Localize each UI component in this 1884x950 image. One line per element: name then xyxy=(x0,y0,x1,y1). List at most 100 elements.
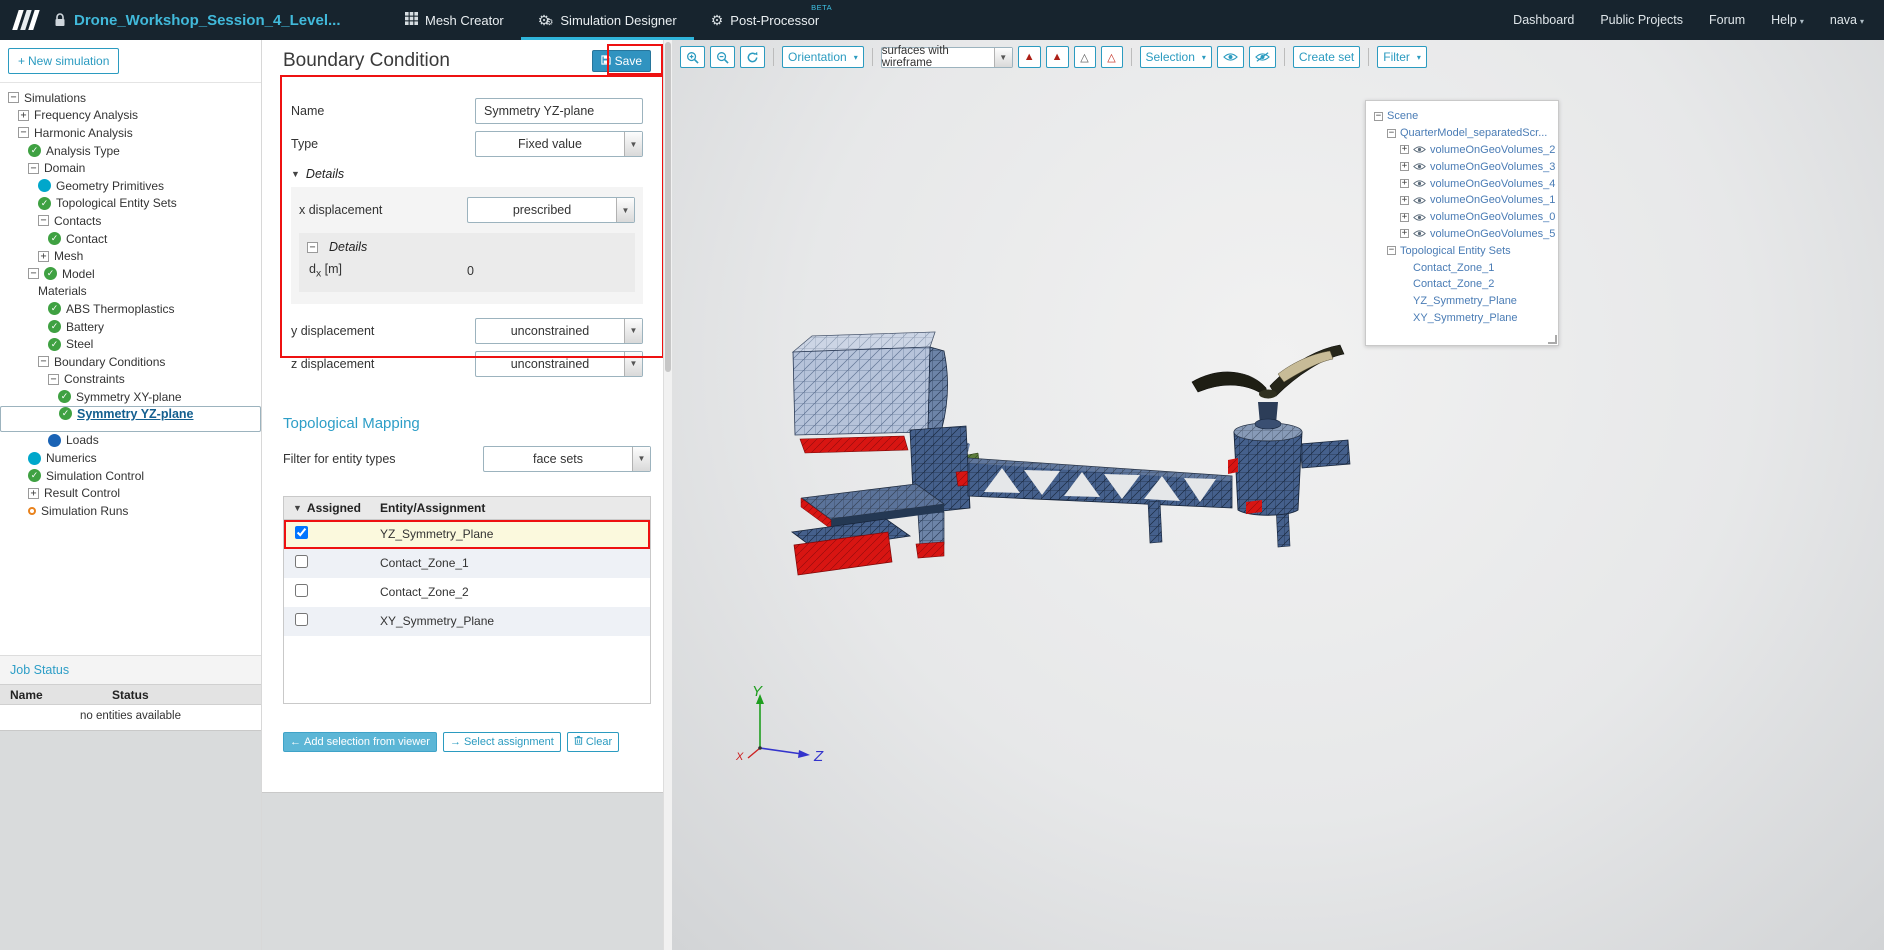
collapse-icon[interactable]: − xyxy=(1374,111,1383,121)
inner-details-header[interactable]: − Details xyxy=(307,240,627,254)
tree-item-constraints[interactable]: − Constraints xyxy=(0,371,261,389)
link-public-projects[interactable]: Public Projects xyxy=(1600,13,1683,27)
save-button[interactable]: Save xyxy=(591,50,651,72)
tree-item-analysis-type[interactable]: ✓ Analysis Type xyxy=(0,142,261,160)
tree-item-geometry-primitives[interactable]: Geometry Primitives xyxy=(0,177,261,195)
tree-item-contacts[interactable]: − Contacts xyxy=(0,212,261,230)
project-title[interactable]: Drone_Workshop_Session_4_Level... xyxy=(74,12,341,29)
viewer-3d[interactable]: Orientation ▾ surfaces with wireframe ▼ ▲… xyxy=(672,40,1884,950)
tab-simulation-designer[interactable]: ⚙⚙ Simulation Designer xyxy=(520,0,694,40)
tree-item-frequency-analysis[interactable]: + Frequency Analysis xyxy=(0,107,261,125)
scene-item-scene[interactable]: − Scene xyxy=(1370,108,1554,125)
tree-item-harmonic-analysis[interactable]: − Harmonic Analysis xyxy=(0,124,261,142)
highlight-faces-toggle-4[interactable]: △ xyxy=(1100,46,1123,68)
scene-item-xy-symmetry-plane[interactable]: XY_Symmetry_Plane xyxy=(1370,310,1554,327)
expand-icon[interactable]: + xyxy=(28,487,39,499)
scene-item-volumeongeovolumes-3[interactable]: + volumeOnGeoVolumes_3 xyxy=(1370,158,1555,175)
resize-handle[interactable] xyxy=(1548,335,1557,344)
collapse-icon[interactable]: − xyxy=(48,373,59,385)
eye-icon[interactable] xyxy=(1413,213,1426,222)
assignment-row-xy-symmetry-plane[interactable]: XY_Symmetry_Plane xyxy=(284,606,650,636)
collapse-icon[interactable]: − xyxy=(28,268,39,280)
assignment-row-contact-zone-2[interactable]: Contact_Zone_2 xyxy=(284,578,650,607)
expand-icon[interactable]: + xyxy=(1400,229,1409,239)
help-menu[interactable]: Help ▾ xyxy=(1771,13,1804,27)
orientation-dropdown[interactable]: Orientation ▾ xyxy=(782,46,864,68)
zoom-out-button[interactable] xyxy=(710,46,735,68)
collapse-icon[interactable]: − xyxy=(1387,128,1396,138)
scene-tree-panel[interactable]: − Scene − QuarterModel_separatedScr... + volu… xyxy=(1365,100,1559,346)
assignment-checkbox[interactable] xyxy=(295,613,308,626)
collapse-icon[interactable]: − xyxy=(28,162,39,174)
clear-button[interactable]: Clear xyxy=(566,731,620,752)
collapse-icon[interactable]: − xyxy=(18,127,29,139)
highlight-faces-toggle-2[interactable]: ▲ xyxy=(1045,46,1069,68)
tree-item-abs-thermoplastics[interactable]: ✓ ABS Thermoplastics xyxy=(0,300,261,318)
tab-mesh-creator[interactable]: Mesh Creator xyxy=(388,0,521,40)
assignment-checkbox[interactable] xyxy=(295,555,308,568)
tree-item-contact[interactable]: ✓ Contact xyxy=(0,230,261,248)
collapse-icon[interactable]: − xyxy=(8,92,19,104)
assignment-checkbox[interactable] xyxy=(295,584,308,597)
tree-item-model[interactable]: − ✓ Model xyxy=(0,265,261,283)
assignment-checkbox[interactable] xyxy=(295,526,308,539)
simscale-logo[interactable] xyxy=(8,6,44,34)
assigned-column-header[interactable]: ▼ Assigned xyxy=(284,501,380,515)
panel-scrollbar[interactable] xyxy=(663,40,672,950)
eye-icon[interactable] xyxy=(1413,162,1426,171)
tree-item-result-control[interactable]: + Result Control xyxy=(0,484,261,502)
new-simulation-button[interactable]: + New simulation xyxy=(8,48,120,74)
tree-item-numerics[interactable]: Numerics xyxy=(0,449,261,467)
highlight-faces-toggle-3[interactable]: △ xyxy=(1073,46,1096,68)
tree-item-simulation-runs[interactable]: Simulation Runs xyxy=(0,502,261,520)
z-displacement-select[interactable]: unconstrained ▼ xyxy=(475,350,643,377)
selection-dropdown[interactable]: Selection ▾ xyxy=(1139,46,1212,68)
x-displacement-select[interactable]: prescribed ▼ xyxy=(467,197,635,223)
tree-item-steel[interactable]: ✓ Steel xyxy=(0,335,261,353)
create-set-button[interactable]: Create set xyxy=(1292,46,1361,68)
assignment-row-yz-symmetry-plane[interactable]: YZ_Symmetry_Plane xyxy=(284,519,650,549)
filter-dropdown[interactable]: Filter ▾ xyxy=(1377,46,1427,68)
scene-item-volumeongeovolumes-1[interactable]: + volumeOnGeoVolumes_1 xyxy=(1370,192,1555,209)
link-forum[interactable]: Forum xyxy=(1709,13,1745,27)
expand-icon[interactable]: + xyxy=(1400,212,1409,222)
eye-icon[interactable] xyxy=(1413,145,1426,154)
expand-icon[interactable]: + xyxy=(1400,179,1409,189)
tree-item-boundary-conditions[interactable]: − Boundary Conditions xyxy=(0,353,261,371)
scene-item-volumeongeovolumes-0[interactable]: + volumeOnGeoVolumes_0 xyxy=(1370,209,1555,226)
scene-item-volumeongeovolumes-5[interactable]: + volumeOnGeoVolumes_5 xyxy=(1370,226,1555,243)
expand-icon[interactable]: + xyxy=(18,109,29,121)
assignment-row-contact-zone-1[interactable]: Contact_Zone_1 xyxy=(284,548,650,578)
user-menu[interactable]: nava ▾ xyxy=(1830,13,1864,27)
tree-item-simulations[interactable]: − Simulations xyxy=(0,89,261,107)
tree-item-symmetry-xy-plane[interactable]: ✓ Symmetry XY-plane xyxy=(0,388,261,406)
expand-icon[interactable]: + xyxy=(1400,162,1409,172)
add-selection-from-viewer-button[interactable]: ← Add selection from viewer xyxy=(283,731,437,752)
render-mode-select[interactable]: surfaces with wireframe ▼ xyxy=(880,45,1013,69)
filter-entity-types-select[interactable]: face sets ▼ xyxy=(483,445,651,472)
type-select[interactable]: Fixed value ▼ xyxy=(475,131,643,157)
select-assignment-button[interactable]: → Select assignment xyxy=(442,731,561,752)
show-entities-button[interactable] xyxy=(1216,46,1244,68)
scrollbar-thumb[interactable] xyxy=(665,42,671,372)
hide-entities-button[interactable] xyxy=(1248,46,1276,68)
eye-icon[interactable] xyxy=(1413,179,1426,188)
scene-item-topological-entity-sets[interactable]: − Topological Entity Sets xyxy=(1370,242,1554,259)
details-section-header[interactable]: ▼ Details xyxy=(291,167,643,181)
highlight-faces-toggle-1[interactable]: ▲ xyxy=(1017,46,1041,68)
tree-item-battery[interactable]: ✓ Battery xyxy=(0,318,261,336)
scene-item-contact-zone-2[interactable]: Contact_Zone_2 xyxy=(1370,276,1554,293)
collapse-icon[interactable]: − xyxy=(38,356,49,368)
y-displacement-select[interactable]: unconstrained ▼ xyxy=(475,317,643,344)
zoom-in-button[interactable] xyxy=(680,46,705,68)
eye-icon[interactable] xyxy=(1413,196,1426,205)
tree-item-domain[interactable]: − Domain xyxy=(0,159,261,177)
scene-item-volumeongeovolumes-2[interactable]: + volumeOnGeoVolumes_2 xyxy=(1370,142,1555,159)
reset-view-button[interactable] xyxy=(740,46,765,68)
scene-item-quartermodel-separatedscr[interactable]: − QuarterModel_separatedScr... xyxy=(1370,125,1554,142)
scene-item-volumeongeovolumes-4[interactable]: + volumeOnGeoVolumes_4 xyxy=(1370,175,1555,192)
tree-item-topological-entity-sets[interactable]: ✓ Topological Entity Sets xyxy=(0,195,261,213)
link-dashboard[interactable]: Dashboard xyxy=(1513,13,1574,27)
scene-item-contact-zone-1[interactable]: Contact_Zone_1 xyxy=(1370,259,1554,276)
eye-icon[interactable] xyxy=(1413,229,1426,238)
